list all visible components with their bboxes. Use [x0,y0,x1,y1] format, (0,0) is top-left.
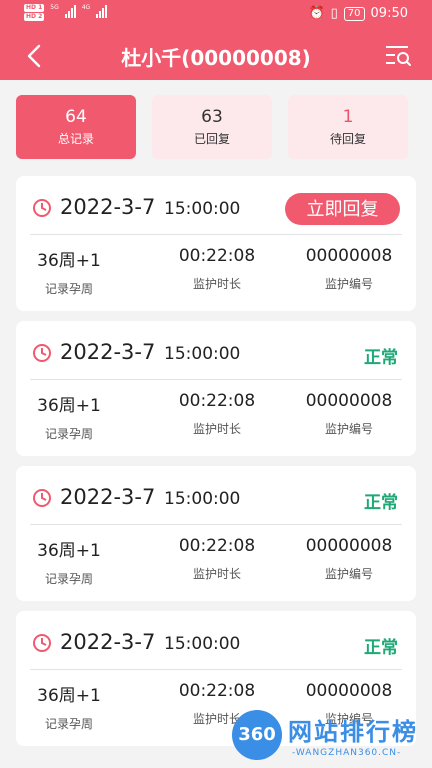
week-field: 36周+1 记录孕周 [16,681,134,732]
week-label: 记录孕周 [44,282,93,296]
duration-value: 00:22:08 [178,681,256,701]
vibrate-icon: ▯ [330,6,338,21]
number-value: 00000008 [305,391,393,411]
number-label: 监护编号 [324,277,373,291]
record-time: 15:00:00 [164,199,241,219]
record-date-day: 2022-3-7 [60,195,156,219]
tab-label: 已回复 [193,132,230,146]
divider [30,524,402,525]
status-bar: HD 1 HD 2 5G 4G ⏰ ▯ 70 09:50 [0,0,432,30]
divider [30,234,402,235]
reply-now-button[interactable]: 立即回复 [285,193,400,225]
filter-search-icon[interactable] [384,44,412,68]
duration-field: 00:22:08 监护时长 [152,246,282,292]
week-value: 36周+1 [37,686,101,706]
status-badge: 正常 [364,348,398,368]
tab-count: 64 [65,107,87,127]
record-card[interactable]: 2022-3-7 15:00:00 正常 36周+1 记录孕周 00:22:08 监… [16,466,416,601]
divider [30,379,402,380]
clock-time: 09:50 [370,6,408,21]
week-label: 记录孕周 [44,717,93,731]
watermark-logo: 360 网站排行榜 -WANGZHAN360.CN- [222,706,432,768]
week-value: 36周+1 [37,541,101,561]
week-field: 36周+1 记录孕周 [16,246,134,297]
record-card[interactable]: 2022-3-7 15:00:00 正常 36周+1 记录孕周 00:22:08 监… [16,321,416,456]
week-label: 记录孕周 [44,427,93,441]
signal-group: HD 1 HD 2 5G 4G [24,4,108,21]
alarm-icon: ⏰ [308,6,325,21]
tab-replied[interactable]: 63 已回复 [152,95,272,159]
duration-value: 00:22:08 [178,536,256,556]
status-badge: 正常 [364,638,398,658]
week-field: 36周+1 记录孕周 [16,536,134,587]
tab-label: 总记录 [57,132,94,146]
watermark-circle: 360 [232,710,282,760]
record-date: 2022-3-7 15:00:00 [60,485,240,509]
record-card[interactable]: 2022-3-7 15:00:00 立即回复 36周+1 记录孕周 00:22:0… [16,176,416,311]
duration-value: 00:22:08 [178,391,256,411]
clock-icon [33,634,51,652]
duration-label: 监护时长 [192,567,241,581]
page-title: 杜小千(00000008) [121,46,311,70]
number-label: 监护编号 [324,422,373,436]
number-value: 00000008 [305,681,393,701]
battery-icon: 70 [343,6,365,21]
number-field: 00000008 监护编号 [284,246,414,292]
tab-total[interactable]: 64 总记录 [16,95,136,159]
sim2-label: HD 2 [24,13,45,21]
duration-field: 00:22:08 监护时长 [152,536,282,582]
status-right: ⏰ ▯ 70 09:50 [308,6,408,21]
number-label: 监护编号 [324,567,373,581]
clock-icon [33,344,51,362]
tab-count: 1 [342,107,354,127]
number-value: 00000008 [305,536,393,556]
status-badge: 正常 [364,493,398,513]
watermark-subtext: -WANGZHAN360.CN- [292,748,402,758]
record-date: 2022-3-7 15:00:00 [60,630,240,654]
record-time: 15:00:00 [164,344,241,364]
clock-icon [33,199,51,217]
signal-2-icon [96,4,108,18]
duration-label: 监护时长 [192,277,241,291]
clock-icon [33,489,51,507]
number-field: 00000008 监护编号 [284,536,414,582]
duration-value: 00:22:08 [178,246,256,266]
tab-label: 待回复 [329,132,366,146]
tab-count: 63 [201,107,223,127]
record-time: 15:00:00 [164,489,241,509]
duration-label: 监护时长 [192,422,241,436]
week-label: 记录孕周 [44,572,93,586]
sim1-label: HD 1 [24,4,45,12]
week-value: 36周+1 [37,396,101,416]
record-date-day: 2022-3-7 [60,340,156,364]
week-field: 36周+1 记录孕周 [16,391,134,442]
network-labels-2: 4G [82,4,90,12]
record-time: 15:00:00 [164,634,241,654]
record-date-day: 2022-3-7 [60,485,156,509]
week-value: 36周+1 [37,251,101,271]
record-date: 2022-3-7 15:00:00 [60,340,240,364]
nav-bar: 杜小千(00000008) [0,30,432,80]
record-tabs: 64 总记录 63 已回复 1 待回复 [16,95,408,159]
watermark-text: 网站排行榜 [288,718,418,746]
network1-label: 5G [50,4,59,11]
number-field: 00000008 监护编号 [284,391,414,437]
duration-field: 00:22:08 监护时长 [152,391,282,437]
record-date-day: 2022-3-7 [60,630,156,654]
network-labels: 5G [50,4,58,12]
divider [30,669,402,670]
number-value: 00000008 [305,246,393,266]
record-date: 2022-3-7 15:00:00 [60,195,240,219]
network2-label: 4G [81,4,91,11]
signal-1-icon [64,4,76,18]
sim-labels: HD 1 HD 2 [24,4,45,21]
tab-pending[interactable]: 1 待回复 [288,95,408,159]
